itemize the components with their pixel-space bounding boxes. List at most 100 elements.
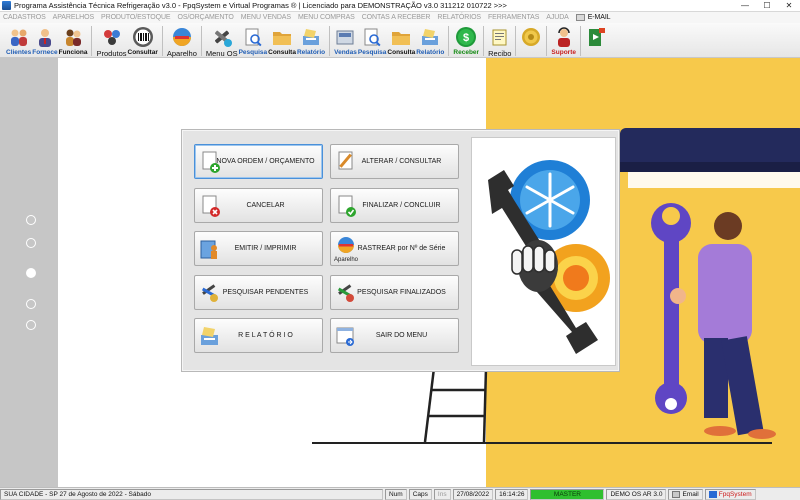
pesquisa-v-button[interactable]: Pesquisa <box>357 23 387 58</box>
status-master: MASTER <box>530 488 605 500</box>
pesquisar-finalizados-button[interactable]: PESQUISAR FINALIZADOS <box>330 275 459 310</box>
minimize-button[interactable]: — <box>734 0 756 12</box>
os-menu-dialog: NOVA ORDEM / ORÇAMENTO ALTERAR / CONSULT… <box>181 129 620 372</box>
status-city-date: SUA CIDADE - SP 27 de Agosto de 2022 - S… <box>0 488 383 500</box>
toolbar-separator <box>483 26 485 56</box>
main-area: NOVA ORDEM / ORÇAMENTO ALTERAR / CONSULT… <box>0 58 800 487</box>
svg-text:$: $ <box>463 32 469 44</box>
status-email-label: Email <box>682 490 699 498</box>
status-email[interactable]: Email <box>668 488 703 500</box>
funciona-icon <box>66 29 82 46</box>
close-button[interactable]: ✕ <box>778 0 800 12</box>
exit-window-icon <box>336 327 354 346</box>
menu-compras[interactable]: MENU COMPRAS <box>298 14 355 21</box>
suporte-button[interactable]: Suporte <box>551 23 576 58</box>
recibo-icon <box>492 29 507 46</box>
toolbar-separator <box>200 26 202 56</box>
menu-cadastros[interactable]: CADASTROS <box>3 14 46 21</box>
status-time: 16:14:26 <box>495 488 529 500</box>
aparelho-button[interactable]: Aparelho <box>167 23 197 58</box>
rastrear-serie-button[interactable]: RASTREAR por Nº de Série Aparelho <box>330 231 459 266</box>
vendas-label: Vendas <box>334 49 357 56</box>
menu-contas-receber[interactable]: CONTAS A RECEBER <box>362 14 431 21</box>
vendas-icon <box>336 30 354 45</box>
consulta-v-button[interactable]: Consulta <box>387 23 415 58</box>
app-icon <box>2 1 11 10</box>
cancelar-button[interactable]: CANCELAR <box>194 188 323 223</box>
nova-ordem-button[interactable]: NOVA ORDEM / ORÇAMENTO <box>194 144 323 179</box>
rastrear-aparelho-caption: Aparelho <box>334 257 359 263</box>
menu-ajuda[interactable]: AJUDA <box>546 14 569 21</box>
relatorio-os-label: Relatório <box>296 49 326 56</box>
toolbar-separator <box>515 26 517 56</box>
email-icon <box>575 14 585 21</box>
menu-produto-estoque[interactable]: PRODUTO/ESTOQUE <box>101 14 171 21</box>
email-icon <box>672 490 681 498</box>
sair-menu-button[interactable]: SAIR DO MENU <box>330 318 459 353</box>
vendas-button[interactable]: Vendas <box>334 23 357 58</box>
print-person-icon <box>200 240 217 259</box>
pesquisa-v-label: Pesquisa <box>357 49 387 56</box>
receber-label: Receber <box>453 49 480 56</box>
recibo-label: Recibo <box>488 49 512 58</box>
dollar-icon: $ <box>456 27 477 47</box>
consulta-os-label: Consulta <box>268 49 296 56</box>
edit-pen-icon <box>338 151 353 170</box>
fornece-button[interactable]: Fornece <box>32 23 58 58</box>
menu-os-label: Menu OS <box>205 49 238 58</box>
fornece-icon <box>38 29 51 47</box>
maximize-button[interactable]: ☐ <box>756 0 778 12</box>
emitir-imprimir-button[interactable]: EMITIR / IMPRIMIR <box>194 231 323 266</box>
recibo-button[interactable]: Recibo <box>488 23 511 58</box>
coins-button[interactable] <box>520 23 542 58</box>
produtos-button[interactable]: Produtos <box>96 23 127 58</box>
search-doc-icon <box>245 28 262 47</box>
check-document-icon <box>338 195 356 217</box>
refrigeration-logo <box>471 137 616 366</box>
menu-bar: CADASTROS APARELHOS PRODUTO/ESTOQUE OS/O… <box>0 12 800 23</box>
title-bar: Programa Assistência Técnica Refrigeraçã… <box>0 0 800 12</box>
brand-icon <box>708 490 717 498</box>
report-icon <box>201 327 218 345</box>
tools-icon <box>214 30 232 47</box>
exit-button[interactable] <box>585 23 607 58</box>
consulta-os-button[interactable]: Consulta <box>268 23 296 58</box>
fornece-label: Fornece <box>32 49 58 56</box>
finalizar-concluir-button[interactable]: FINALIZAR / CONCLUIR <box>330 188 459 223</box>
menu-aparelhos[interactable]: APARELHOS <box>53 14 94 21</box>
barcode-icon <box>132 27 153 47</box>
clientes-label: Clientes <box>6 49 32 56</box>
clientes-button[interactable]: Clientes <box>6 23 31 58</box>
relatorio-v-button[interactable]: Relatório <box>416 23 444 58</box>
relatorio-os-button[interactable]: Relatório <box>297 23 325 58</box>
folder-icon <box>392 32 411 45</box>
alterar-consultar-button[interactable]: ALTERAR / CONSULTAR <box>330 144 459 179</box>
menu-relatorios[interactable]: RELATÓRIOS <box>437 14 481 21</box>
receber-button[interactable]: $ Receber <box>453 23 479 58</box>
menu-os-orcamento[interactable]: OS/ORÇAMENTO <box>177 14 233 21</box>
menu-email[interactable]: E-MAIL <box>588 14 611 21</box>
search-doc-icon <box>364 28 381 47</box>
pesquisa-os-button[interactable]: Pesquisa <box>239 23 267 58</box>
new-document-icon <box>202 151 220 173</box>
folder-icon <box>273 32 292 45</box>
consultar-label: Consultar <box>127 49 158 56</box>
status-bar: SUA CIDADE - SP 27 de Agosto de 2022 - S… <box>0 487 800 500</box>
relatorio-button[interactable]: R E L A T Ó R I O <box>194 318 323 353</box>
toolbar-separator <box>448 26 450 56</box>
aparelho-label: Aparelho <box>166 49 197 58</box>
status-brand[interactable]: FpqSystem <box>704 488 756 500</box>
aparelho-icon <box>338 237 354 253</box>
consultar-button[interactable]: Consultar <box>128 23 158 58</box>
menu-os-button[interactable]: Menu OS <box>206 23 238 58</box>
toolbar-separator <box>329 26 331 56</box>
menu-vendas[interactable]: MENU VENDAS <box>241 14 291 21</box>
funciona-button[interactable]: Funciona <box>59 23 87 58</box>
status-demo: DEMO OS AR 3.0 <box>606 488 667 500</box>
tools-search-icon <box>201 284 218 302</box>
coins-icon <box>522 28 541 46</box>
menu-ferramentas[interactable]: FERRAMENTAS <box>488 14 539 21</box>
cancel-document-icon <box>202 195 220 217</box>
status-caps: Caps <box>408 488 432 500</box>
pesquisar-pendentes-button[interactable]: PESQUISAR PENDENTES <box>194 275 323 310</box>
